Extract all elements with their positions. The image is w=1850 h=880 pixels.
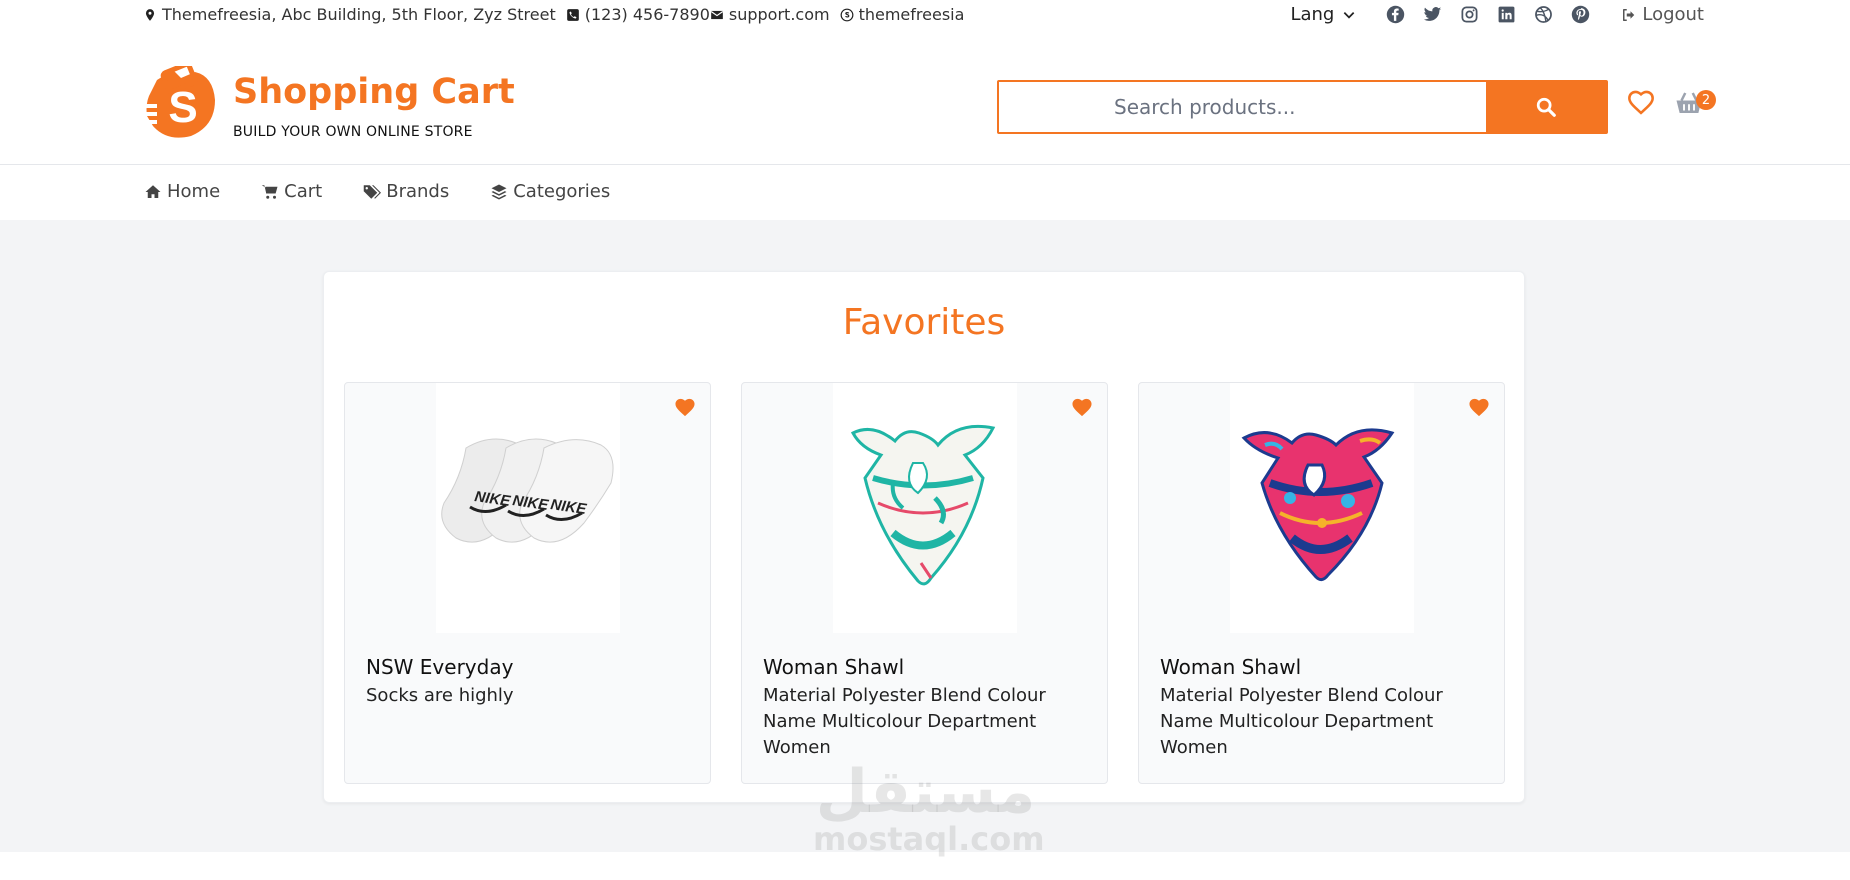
product-name[interactable]: Woman Shawl <box>763 655 904 679</box>
social-links <box>1386 5 1590 24</box>
page-title: Favorites <box>842 302 1006 343</box>
wishlist-heart-icon[interactable] <box>1627 89 1655 117</box>
map-pin-icon <box>145 8 155 21</box>
topbar-actions: Lang Logout <box>1290 4 1704 25</box>
top-bar: Themefreesia, Abc Building, 5th Floor, Z… <box>0 0 1850 32</box>
instagram-link[interactable] <box>1460 5 1479 24</box>
facebook-icon <box>1387 5 1405 24</box>
facebook-link[interactable] <box>1386 5 1405 24</box>
search-bar <box>997 80 1608 134</box>
linkedin-icon <box>1498 6 1515 23</box>
product-name[interactable]: Woman Shawl <box>1160 655 1301 679</box>
email-item[interactable]: support.com <box>710 5 830 24</box>
nav-item-label: Cart <box>284 181 323 202</box>
home-icon <box>145 184 161 198</box>
svg-text:S: S <box>168 83 197 132</box>
pinterest-icon <box>1572 5 1590 24</box>
logout-link[interactable]: Logout <box>1620 4 1704 25</box>
phone-icon <box>566 8 579 21</box>
product-card[interactable]: Woman Shawl Material Polyester Blend Col… <box>741 382 1108 784</box>
product-image[interactable] <box>833 383 1017 633</box>
skype-item[interactable]: themefreesia <box>840 5 965 24</box>
contact-info: Themefreesia, Abc Building, 5th Floor, Z… <box>143 5 964 24</box>
search-input[interactable] <box>999 82 1486 132</box>
nav-item-home[interactable]: Home <box>143 181 220 202</box>
chevron-down-icon <box>1344 11 1355 19</box>
product-description: Material Polyester Blend Colour Name Mul… <box>1160 685 1443 758</box>
sign-out-icon <box>1623 8 1635 21</box>
main-nav: Home Cart Brands Categories <box>0 165 1850 220</box>
layers-icon <box>491 184 507 199</box>
envelope-icon <box>710 10 724 19</box>
phone-item[interactable]: (123) 456-7890 <box>566 5 710 24</box>
favorites-panel: Favorites NIKE NIKE NIKE NSW Everyday So… <box>323 271 1525 803</box>
shopping-cart-logo-icon[interactable]: S <box>143 66 219 140</box>
pinterest-link[interactable] <box>1571 5 1590 24</box>
product-name[interactable]: NSW Everyday <box>366 655 513 679</box>
nav-item-label: Brands <box>386 181 450 202</box>
white-socks-image: NIKE NIKE NIKE <box>441 438 614 543</box>
brand-name[interactable]: Shopping Cart <box>233 72 515 112</box>
nav-item-brands[interactable]: Brands <box>362 181 449 202</box>
search-button[interactable] <box>1486 82 1606 132</box>
favorite-heart-icon[interactable] <box>674 397 696 417</box>
nav-item-categories[interactable]: Categories <box>489 181 610 202</box>
email-text: support.com <box>728 5 830 24</box>
dribbble-icon <box>1535 6 1553 23</box>
product-image[interactable]: NIKE NIKE NIKE <box>436 383 620 633</box>
skype-text: themefreesia <box>858 5 965 24</box>
cart-count-badge: 2 <box>1696 90 1716 110</box>
tags-icon <box>363 184 382 199</box>
product-card[interactable]: NIKE NIKE NIKE NSW Everyday Socks are hi… <box>344 382 711 784</box>
language-selector[interactable]: Lang <box>1290 4 1356 25</box>
address-item: Themefreesia, Abc Building, 5th Floor, Z… <box>143 5 556 24</box>
cart-icon <box>261 184 278 199</box>
dribbble-link[interactable] <box>1534 5 1553 24</box>
address-text: Themefreesia, Abc Building, 5th Floor, Z… <box>162 5 556 24</box>
pink-shawl-image <box>1241 428 1395 582</box>
twitter-icon <box>1424 7 1442 21</box>
site-header: S Shopping Cart BUILD YOUR OWN ONLINE ST… <box>0 32 1850 165</box>
instagram-icon <box>1461 6 1478 23</box>
favorite-heart-icon[interactable] <box>1468 397 1490 417</box>
main-content: Favorites NIKE NIKE NIKE NSW Everyday So… <box>0 220 1850 852</box>
twitter-link[interactable] <box>1423 5 1442 24</box>
skype-icon <box>840 8 853 21</box>
nav-item-cart[interactable]: Cart <box>260 181 322 202</box>
teal-shawl-image <box>850 424 996 586</box>
brand-tagline: BUILD YOUR OWN ONLINE STORE <box>233 124 473 140</box>
logout-label: Logout <box>1642 4 1704 25</box>
product-image[interactable] <box>1230 383 1414 633</box>
product-description: Material Polyester Blend Colour Name Mul… <box>763 685 1046 758</box>
phone-text: (123) 456-7890 <box>584 5 710 24</box>
product-card[interactable]: Woman Shawl Material Polyester Blend Col… <box>1138 382 1505 784</box>
nav-item-label: Categories <box>513 181 611 202</box>
search-icon <box>1536 97 1556 117</box>
language-label: Lang <box>1290 4 1335 25</box>
favorite-heart-icon[interactable] <box>1071 397 1093 417</box>
product-description: Socks are highly <box>366 685 514 706</box>
nav-item-label: Home <box>167 181 221 202</box>
linkedin-link[interactable] <box>1497 5 1516 24</box>
